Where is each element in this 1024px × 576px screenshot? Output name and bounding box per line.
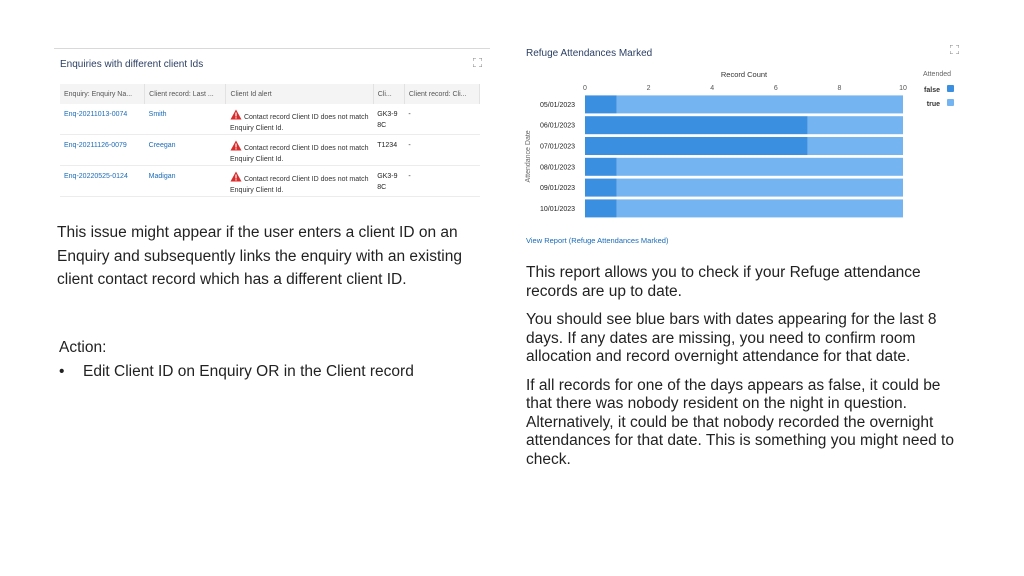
paragraph: You should see blue bars with dates appe… xyxy=(526,311,937,365)
warning-triangle-icon xyxy=(230,109,242,120)
paragraph: If all records for one of the days appea… xyxy=(526,376,954,468)
bar-true xyxy=(807,137,903,155)
x-axis-title: Record Count xyxy=(721,70,768,79)
x-tick-label: 2 xyxy=(647,85,651,92)
expand-icon[interactable] xyxy=(472,57,483,69)
client-id-alert-text: Contact record Client ID does not match … xyxy=(229,176,369,194)
client-id-cell: GK3-98C xyxy=(373,165,405,197)
bar-false xyxy=(585,95,617,114)
table-row: Enq-20211013-0074 Smith Contact record Cli… xyxy=(60,104,480,135)
legend-label: true xyxy=(927,101,940,108)
view-report-link[interactable]: View Report (Refuge Attendances Marked) xyxy=(526,236,668,245)
table-row: Enq-20220525-0124 Madigan Contact record C… xyxy=(60,165,480,197)
bar-false xyxy=(585,116,808,135)
refuge-panel-title: Refuge Attendances Marked xyxy=(526,48,653,59)
bar-true xyxy=(616,157,903,176)
client-last-name-link[interactable]: Madigan xyxy=(144,165,226,197)
column-header-client-id-alert[interactable]: Client Id alert xyxy=(225,84,374,104)
legend-title: Attended xyxy=(923,71,951,78)
enquiries-panel: Enquiries with different client Ids Enqu… xyxy=(54,48,490,197)
column-header-client-record[interactable]: Client record: Cli... xyxy=(404,84,481,104)
left-description: This issue might appear if the user ente… xyxy=(57,224,462,288)
x-tick-label: 0 xyxy=(583,85,587,92)
right-description: This report allows you to check if your … xyxy=(526,264,956,479)
action-label: Action: xyxy=(59,339,107,356)
category-label: 07/01/2023 xyxy=(540,144,575,151)
client-id-alert-cell: Contact record Client ID does not match … xyxy=(225,104,374,135)
client-id-alert-text: Contact record Client ID does not match … xyxy=(229,145,369,163)
client-id-alert-cell: Contact record Client ID does not match … xyxy=(225,165,374,197)
table-row: Enq-20211126-0079 Creegan Contact record C… xyxy=(60,134,480,166)
client-record-cell: - xyxy=(404,134,480,166)
action-block: Action: • Edit Client ID on Enquiry OR in… xyxy=(59,336,414,383)
enquiries-panel-title: Enquiries with different client Ids xyxy=(60,59,204,70)
x-tick-label: 8 xyxy=(837,85,841,92)
bar-false xyxy=(585,137,808,155)
category-label: 09/01/2023 xyxy=(540,185,575,192)
y-axis-title: Attendance Date xyxy=(525,130,532,182)
x-tick-label: 4 xyxy=(710,85,714,92)
bar-true xyxy=(616,199,903,218)
column-header-last-name[interactable]: Client record: Last ... xyxy=(144,84,227,104)
client-last-name-link[interactable]: Creegan xyxy=(144,134,226,166)
client-record-cell: - xyxy=(404,104,480,135)
warning-triangle-icon xyxy=(230,171,242,182)
category-label: 05/01/2023 xyxy=(540,102,575,109)
enquiry-link[interactable]: Enq-20211126-0079 xyxy=(60,134,145,166)
category-label: 10/01/2023 xyxy=(540,206,575,213)
enquiries-table: Enquiry: Enquiry Na... Client record: La… xyxy=(60,84,481,197)
client-last-name-link[interactable]: Smith xyxy=(144,104,226,135)
legend-swatch xyxy=(947,85,954,92)
client-id-alert-cell: Contact record Client ID does not match … xyxy=(225,134,374,166)
client-id-cell: GK3-98C xyxy=(373,104,405,135)
category-label: 06/01/2023 xyxy=(540,123,575,130)
bar-true xyxy=(616,178,903,197)
paragraph: This report allows you to check if your … xyxy=(526,264,921,300)
table-header-row: Enquiry: Enquiry Na... Client record: La… xyxy=(60,84,481,104)
action-item-text: Edit Client ID on Enquiry OR in the Clie… xyxy=(83,362,414,380)
enquiry-link[interactable]: Enq-20220525-0124 xyxy=(60,165,145,197)
enquiry-link[interactable]: Enq-20211013-0074 xyxy=(60,104,145,135)
client-id-alert-text: Contact record Client ID does not match … xyxy=(229,114,369,132)
client-id-cell: T1234 xyxy=(373,134,405,166)
expand-icon[interactable] xyxy=(949,44,960,56)
attendance-chart: Record Count 0 2 4 6 8 10 Attendance Date 05/01/… xyxy=(525,70,954,218)
warning-triangle-icon xyxy=(230,140,242,151)
bar-true xyxy=(616,95,903,114)
action-list-item: • Edit Client ID on Enquiry OR in the Cli… xyxy=(59,360,414,384)
bullet: • xyxy=(59,362,65,380)
bar-true xyxy=(807,116,903,135)
x-tick-label: 6 xyxy=(774,85,778,92)
bar-false xyxy=(585,199,617,218)
column-header-enquiry[interactable]: Enquiry: Enquiry Na... xyxy=(60,84,146,104)
legend-swatch xyxy=(947,99,954,106)
bar-false xyxy=(585,178,617,197)
category-label: 08/01/2023 xyxy=(540,164,575,171)
legend-label: false xyxy=(924,87,940,94)
client-record-cell: - xyxy=(404,165,480,197)
x-tick-label: 10 xyxy=(899,85,907,92)
column-header-client-id[interactable]: Cli... xyxy=(373,84,405,104)
bar-false xyxy=(585,157,617,176)
